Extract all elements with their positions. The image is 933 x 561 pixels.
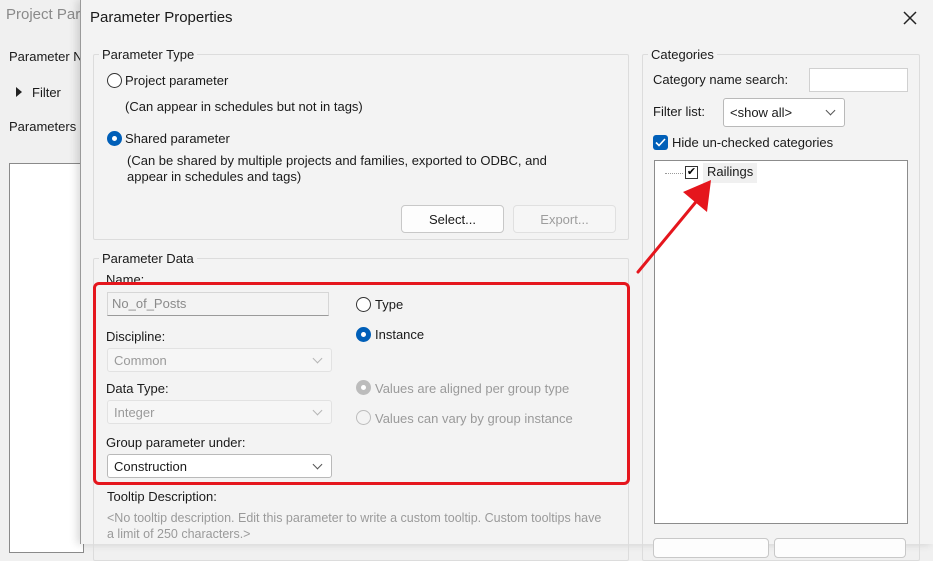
group-parameter-select[interactable]: Construction (107, 454, 332, 478)
shared-parameter-description-line-1: (Can be shared by multiple projects and … (127, 153, 547, 168)
category-search-input[interactable] (809, 68, 908, 92)
group-parameter-value: Construction (114, 458, 187, 474)
parameters-list[interactable] (9, 163, 84, 553)
category-item-railings[interactable]: Railings (703, 163, 758, 183)
parameters-label: Parameters (9, 119, 77, 134)
data-type-select[interactable]: Integer (107, 400, 332, 424)
shared-parameter-radio[interactable] (107, 131, 122, 146)
hide-unchecked-checkbox[interactable] (653, 135, 668, 150)
categories-legend: Categories (651, 47, 714, 62)
data-type-value: Integer (114, 404, 155, 420)
filter-list-label: Filter list: (653, 104, 705, 119)
categories-button-left[interactable] (653, 538, 769, 558)
chevron-down-icon (312, 459, 323, 469)
checkmark-icon (655, 138, 666, 147)
discipline-label: Discipline: (106, 329, 166, 344)
close-icon (903, 11, 917, 25)
category-search-label: Category name search: (653, 72, 789, 87)
shared-parameter-description-line-2: appear in schedules and tags) (127, 169, 302, 184)
chevron-down-icon (825, 105, 836, 116)
close-button[interactable] (898, 6, 922, 30)
hide-unchecked-label: Hide un-checked categories (672, 135, 834, 150)
filter-expander[interactable]: Filter (8, 80, 78, 104)
vary-by-group-label: Values can vary by group instance (375, 411, 573, 426)
background-window: Project Para Parameter N Filter Paramete… (0, 0, 90, 553)
vary-by-group-radio[interactable] (356, 410, 371, 425)
export-button[interactable]: Export... (513, 205, 616, 233)
parameter-data-legend: Parameter Data (102, 251, 194, 266)
parameter-type-legend: Parameter Type (102, 47, 195, 62)
aligned-per-group-radio[interactable] (356, 380, 371, 395)
instance-radio[interactable] (356, 327, 371, 342)
discipline-select[interactable]: Common (107, 348, 332, 372)
categories-tree[interactable]: ✔ Railings (654, 160, 908, 524)
background-window-title: Project Para (6, 6, 89, 23)
project-parameter-description: (Can appear in schedules but not in tags… (125, 99, 363, 114)
shared-parameter-label: Shared parameter (125, 131, 230, 146)
filter-list-value: <show all> (730, 105, 793, 120)
data-type-label: Data Type: (106, 381, 169, 396)
name-label: Name: (106, 272, 145, 287)
tooltip-description-text-line-2[interactable]: a limit of 250 characters.> (107, 527, 250, 541)
railings-checkbox[interactable]: ✔ (685, 166, 698, 179)
project-parameter-radio[interactable] (107, 73, 122, 88)
project-parameter-label: Project parameter (125, 73, 229, 88)
select-button[interactable]: Select... (401, 205, 504, 233)
instance-label: Instance (375, 327, 425, 342)
parameter-properties-dialog: Parameter Properties Parameter Type Proj… (80, 0, 933, 561)
filter-list-select[interactable]: <show all> (723, 98, 845, 127)
discipline-value: Common (114, 352, 167, 368)
type-radio[interactable] (356, 297, 371, 312)
chevron-down-icon (312, 353, 323, 363)
name-input[interactable]: No_of_Posts (107, 292, 329, 316)
parameter-name-label: Parameter N (9, 49, 83, 64)
tooltip-description-text-line-1[interactable]: <No tooltip description. Edit this param… (107, 511, 601, 525)
chevron-down-icon (312, 405, 323, 415)
expand-triangle-icon (16, 87, 22, 97)
tooltip-description-label: Tooltip Description: (107, 489, 217, 504)
type-label: Type (375, 297, 404, 312)
dialog-title: Parameter Properties (90, 9, 233, 26)
group-parameter-label: Group parameter under: (106, 435, 246, 450)
filter-label: Filter (32, 84, 61, 100)
tree-connector (665, 173, 683, 174)
dialog-titlebar: Parameter Properties (81, 0, 933, 36)
aligned-per-group-label: Values are aligned per group type (375, 381, 570, 396)
categories-button-right[interactable] (774, 538, 906, 558)
